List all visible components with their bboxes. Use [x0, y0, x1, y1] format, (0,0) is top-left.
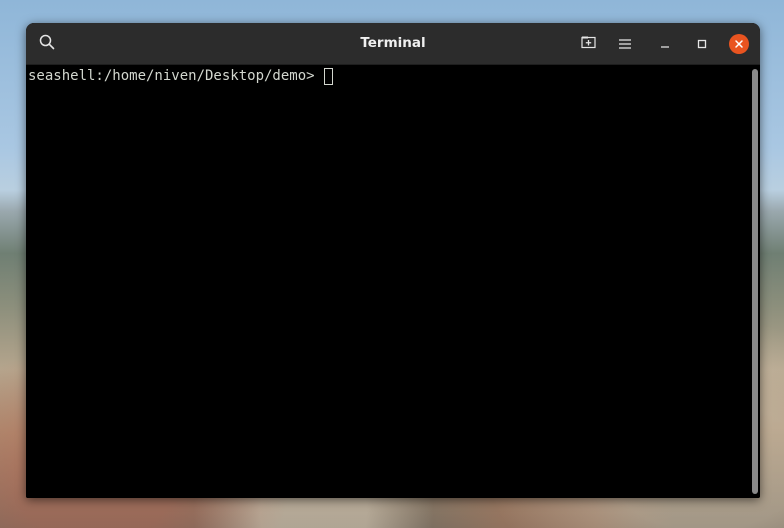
close-button[interactable]	[724, 23, 754, 64]
hamburger-menu-icon	[619, 34, 631, 53]
vertical-scrollbar[interactable]	[752, 69, 758, 494]
minimize-button[interactable]	[650, 23, 680, 64]
terminal-output-area[interactable]: seashell:/home/niven/Desktop/demo>	[26, 65, 760, 498]
text-cursor	[323, 67, 333, 85]
shell-prompt: seashell:/home/niven/Desktop/demo>	[28, 68, 315, 84]
menu-button[interactable]	[610, 23, 640, 64]
search-icon	[39, 34, 55, 54]
terminal-prompt-line: seashell:/home/niven/Desktop/demo>	[28, 67, 333, 85]
terminal-window[interactable]: Terminal seashell:/home/niven/Desktop/de…	[26, 23, 760, 498]
minimize-icon	[660, 34, 670, 53]
new-tab-button[interactable]	[574, 23, 604, 64]
scrollbar-thumb[interactable]	[752, 69, 758, 494]
titlebar[interactable]: Terminal	[26, 23, 760, 65]
new-tab-icon	[581, 34, 597, 53]
maximize-button[interactable]	[687, 23, 717, 64]
maximize-icon	[697, 34, 707, 53]
search-button[interactable]	[32, 23, 62, 64]
close-icon	[729, 33, 749, 54]
